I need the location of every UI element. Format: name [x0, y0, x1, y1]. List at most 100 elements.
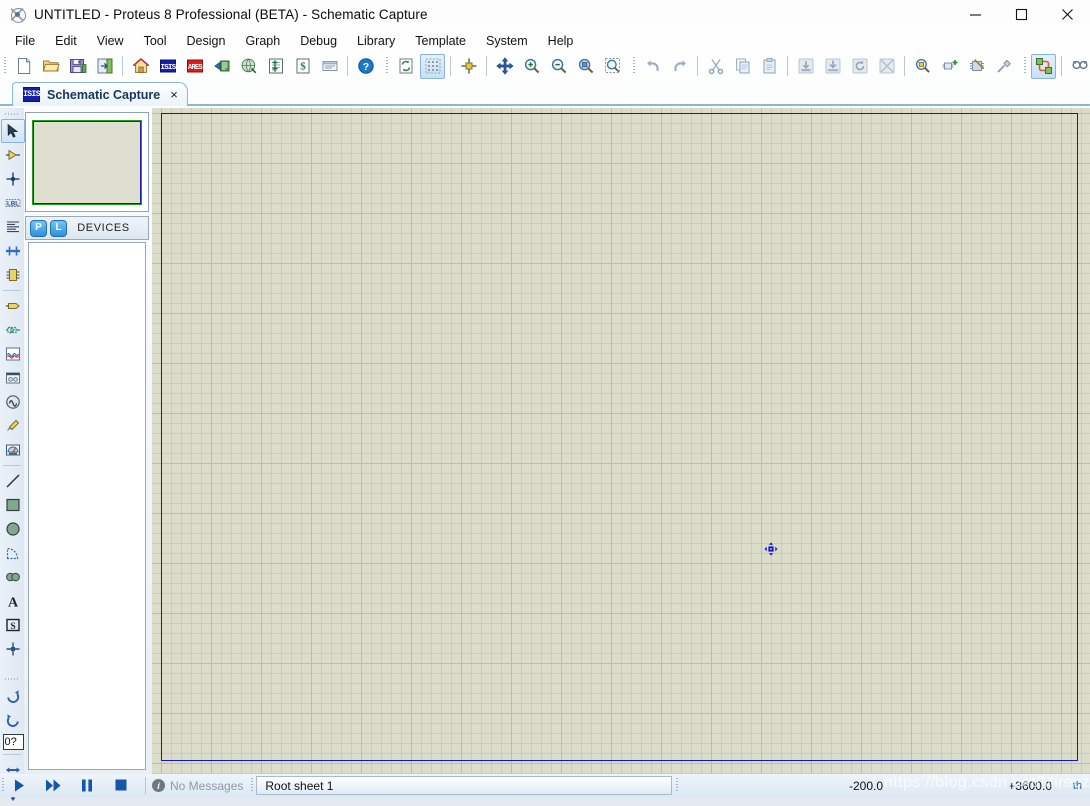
zoom-in-icon[interactable]	[519, 54, 544, 79]
toolbar-grip[interactable]	[2, 55, 9, 77]
voltage-probe-icon[interactable]	[1, 414, 25, 438]
virtual-instrument-icon[interactable]	[1, 438, 25, 462]
project-notes-icon[interactable]: $	[290, 54, 315, 79]
close-button[interactable]	[1044, 0, 1090, 29]
source-code-icon[interactable]	[317, 54, 342, 79]
generator-icon[interactable]	[1, 390, 25, 414]
line-tool-icon[interactable]	[1, 469, 25, 493]
3d-viewer-icon[interactable]	[209, 54, 234, 79]
statusbar-grip[interactable]	[0, 776, 7, 795]
zoom-area-icon[interactable]	[600, 54, 625, 79]
schematic-canvas[interactable]	[152, 108, 1090, 774]
devices-list[interactable]	[28, 242, 146, 770]
terminals-icon[interactable]	[1, 294, 25, 318]
import-export-icon[interactable]	[92, 54, 117, 79]
isis-icon[interactable]: ISIS	[155, 54, 180, 79]
make-device-icon[interactable]	[937, 54, 962, 79]
cut-icon[interactable]	[703, 54, 728, 79]
buses-icon[interactable]	[1, 239, 25, 263]
message-status[interactable]: i No Messages	[152, 779, 249, 793]
tab-schematic-capture[interactable]: ISIS Schematic Capture ×	[12, 82, 188, 106]
bill-of-materials-icon[interactable]	[263, 54, 288, 79]
menu-graph[interactable]: Graph	[235, 32, 290, 50]
toolbar-grip[interactable]	[1022, 55, 1029, 77]
wire-label-icon[interactable]: LBL	[1, 191, 25, 215]
document-tab-strip: ISIS Schematic Capture ×	[0, 80, 1090, 106]
redraw-icon[interactable]	[393, 54, 418, 79]
rotation-angle-field[interactable]: 0?	[1, 732, 25, 751]
open-folder-icon[interactable]	[38, 54, 63, 79]
graph-icon[interactable]	[1, 342, 25, 366]
undo-icon[interactable]	[640, 54, 665, 79]
text-script-icon[interactable]	[1, 215, 25, 239]
pause-icon[interactable]	[75, 776, 99, 795]
zoom-all-icon[interactable]	[573, 54, 598, 79]
modebar-grip[interactable]	[5, 110, 19, 118]
modebar-grip[interactable]	[5, 675, 19, 683]
wire-autorouter-icon[interactable]	[1031, 53, 1056, 79]
ares-icon[interactable]: ARES	[182, 54, 207, 79]
box-tool-icon[interactable]	[1, 493, 25, 517]
symbol-tool-icon[interactable]: S	[1, 613, 25, 637]
menu-help[interactable]: Help	[538, 32, 584, 50]
new-file-icon[interactable]	[11, 54, 36, 79]
block-rotate-icon[interactable]	[847, 54, 872, 79]
device-pin-icon[interactable]	[1, 318, 25, 342]
stop-icon[interactable]	[109, 776, 133, 795]
save-floppy-icon[interactable]	[65, 54, 90, 79]
search-tag-icon[interactable]	[1067, 54, 1090, 79]
rotate-clockwise-icon[interactable]	[1, 684, 25, 708]
origin-icon[interactable]	[456, 54, 481, 79]
menu-design[interactable]: Design	[177, 32, 236, 50]
copy-icon[interactable]	[730, 54, 755, 79]
step-icon[interactable]	[41, 776, 65, 795]
menu-tool[interactable]: Tool	[134, 32, 177, 50]
toolbar-grip[interactable]	[631, 55, 638, 77]
toolbar-grip[interactable]	[384, 55, 391, 77]
rotate-anticlockwise-icon[interactable]	[1, 708, 25, 732]
component-mode-icon[interactable]	[1, 143, 25, 167]
window-title: UNTITLED - Proteus 8 Professional (BETA)…	[34, 7, 428, 22]
pan-icon[interactable]	[492, 54, 517, 79]
menu-debug[interactable]: Debug	[290, 32, 347, 50]
statusbar-grip[interactable]	[674, 776, 682, 795]
maximize-button[interactable]	[998, 0, 1044, 29]
text-tool-icon[interactable]: A	[1, 589, 25, 613]
redo-icon[interactable]	[667, 54, 692, 79]
library-manager-button[interactable]: L	[50, 219, 67, 237]
decompose-icon[interactable]	[991, 54, 1016, 79]
block-copy-icon[interactable]	[793, 54, 818, 79]
junction-dot-icon[interactable]	[1, 167, 25, 191]
circle-tool-icon[interactable]	[1, 517, 25, 541]
menu-edit[interactable]: Edit	[45, 32, 87, 50]
title-bar: UNTITLED - Proteus 8 Professional (BETA)…	[0, 0, 1090, 29]
arc-tool-icon[interactable]	[1, 541, 25, 565]
block-delete-icon[interactable]	[874, 54, 899, 79]
help-icon[interactable]: ?	[353, 54, 378, 79]
coordinate-y: +3600.0	[1008, 778, 1052, 793]
menu-system[interactable]: System	[476, 32, 538, 50]
selection-arrow-icon[interactable]	[1, 119, 25, 143]
menu-file[interactable]: File	[5, 32, 45, 50]
minimize-button[interactable]	[952, 0, 998, 29]
menu-library[interactable]: Library	[347, 32, 405, 50]
subcircuit-icon[interactable]	[1, 263, 25, 287]
pick-devices-button[interactable]: P	[30, 219, 47, 237]
block-move-icon[interactable]	[820, 54, 845, 79]
path-tool-icon[interactable]	[1, 565, 25, 589]
home-icon[interactable]	[128, 54, 153, 79]
overview-preview-panel[interactable]	[25, 112, 149, 212]
paste-icon[interactable]	[757, 54, 782, 79]
packaging-tool-icon[interactable]	[964, 54, 989, 79]
tab-close-icon[interactable]: ×	[170, 87, 178, 102]
marker-tool-icon[interactable]	[1, 637, 25, 661]
play-icon[interactable]	[7, 776, 31, 795]
zoom-out-icon[interactable]	[546, 54, 571, 79]
statusbar-grip[interactable]	[249, 776, 257, 795]
menu-view[interactable]: View	[87, 32, 134, 50]
toggle-grid-icon[interactable]	[420, 53, 445, 79]
menu-template[interactable]: Template	[405, 32, 476, 50]
design-explorer-globe-icon[interactable]	[236, 54, 261, 79]
pick-device-icon[interactable]	[910, 54, 935, 79]
tape-recorder-icon[interactable]	[1, 366, 25, 390]
